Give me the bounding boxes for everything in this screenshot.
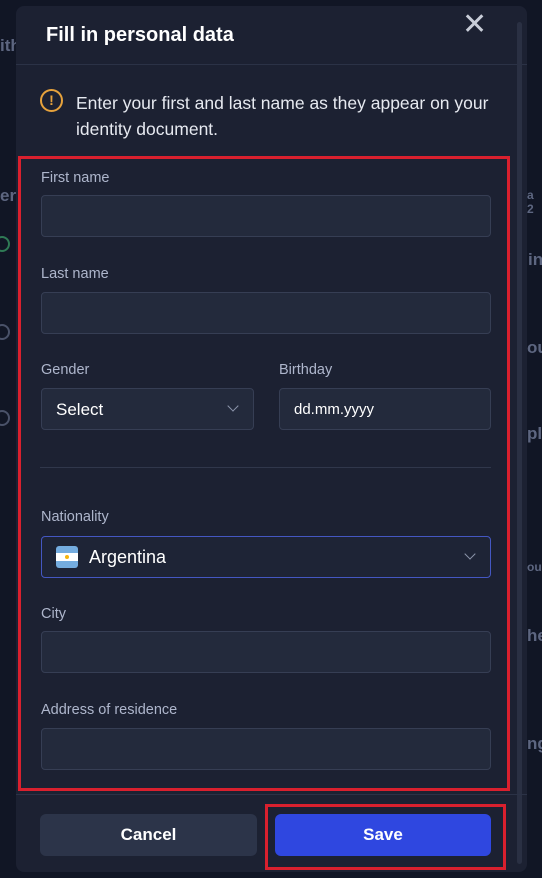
birthday-label: Birthday [279, 362, 333, 378]
gender-label: Gender [41, 362, 90, 378]
first-name-label: First name [41, 170, 110, 186]
bg-text-fragment: he [527, 626, 542, 645]
close-icon[interactable]: ✕ [462, 10, 487, 40]
personal-data-modal: Fill in personal data ✕ ! Enter your fir… [16, 6, 527, 872]
bg-radio-icon [0, 236, 10, 252]
nationality-selected-value: Argentina [89, 547, 167, 567]
form-divider [40, 467, 491, 468]
save-button[interactable]: Save [275, 814, 491, 856]
city-input[interactable] [41, 631, 491, 673]
bg-text-fragment: a 2 [527, 188, 534, 216]
bg-radio-icon [0, 324, 10, 340]
bg-text-fragment: ou [527, 338, 542, 357]
last-name-input[interactable] [41, 292, 491, 334]
notice-text: Enter your first and last name as they a… [76, 93, 489, 139]
city-label: City [41, 606, 66, 622]
last-name-label: Last name [41, 266, 109, 282]
form-highlight-frame [18, 156, 510, 791]
bg-radio-icon [0, 410, 10, 426]
argentina-flag-icon [56, 546, 78, 568]
address-input[interactable] [41, 728, 491, 770]
header-divider [16, 64, 527, 65]
gender-selected-value: Select [56, 400, 104, 419]
scrollbar[interactable] [517, 22, 522, 864]
chevron-down-icon [227, 400, 239, 412]
birthday-placeholder: dd.mm.yyyy [294, 401, 375, 418]
bg-text-fragment: ou [527, 560, 542, 574]
bg-text-fragment: ng [527, 734, 542, 753]
cancel-button[interactable]: Cancel [40, 814, 257, 856]
first-name-input[interactable] [41, 195, 491, 237]
chevron-down-icon [464, 548, 476, 560]
nationality-select[interactable]: Argentina [41, 536, 491, 578]
exclamation-circle-icon: ! [40, 89, 63, 112]
bg-text-fragment: ple [527, 424, 542, 443]
gender-select[interactable]: Select [41, 388, 254, 430]
nationality-label: Nationality [41, 509, 109, 525]
address-label: Address of residence [41, 702, 178, 718]
birthday-input[interactable]: dd.mm.yyyy [279, 388, 491, 430]
footer-divider [16, 794, 527, 795]
bg-text-fragment: in [528, 250, 542, 269]
bg-text-fragment: er [0, 186, 17, 205]
modal-title: Fill in personal data [46, 24, 234, 46]
